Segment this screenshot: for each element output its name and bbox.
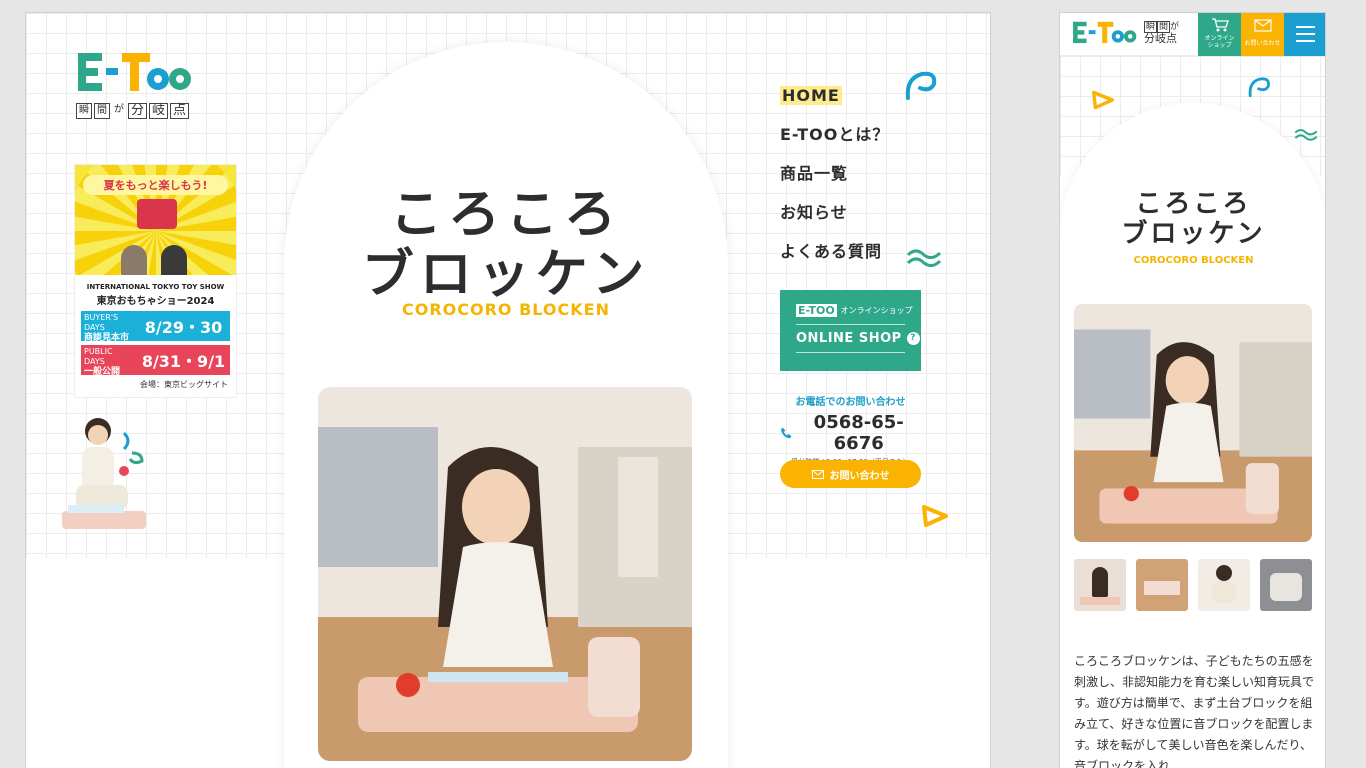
thumbnail[interactable] (1074, 559, 1126, 611)
logo-mark (76, 49, 194, 97)
thumbnail[interactable] (1260, 559, 1312, 611)
product-thumbnails (1074, 559, 1312, 611)
banner-show-en: INTERNATIONAL TOKYO TOY SHOW (86, 283, 225, 291)
online-shop-button[interactable]: E-TOO オンラインショップ ONLINE SHOP ? (780, 290, 921, 371)
banner-show-jp: 東京おもちゃショー2024 (96, 296, 215, 307)
main-nav: HOME E-TOOとは？ 商品一覧 お知らせ よくある質問 (780, 85, 889, 280)
product-title-line2: ブロッケン (1121, 219, 1266, 249)
wave-decoration (1294, 129, 1318, 141)
public-tag-jp: 一般公開 (84, 367, 121, 377)
banner-people-illustration (115, 241, 205, 275)
contact-button-label: お問い合わせ (829, 470, 890, 482)
site-logo[interactable]: 瞬 間 が 分 岐 点 (76, 49, 194, 119)
squiggle-decoration (905, 71, 937, 100)
tagline-char: 岐 (1155, 31, 1166, 45)
thumbnail[interactable] (1136, 559, 1188, 611)
divider (796, 324, 905, 325)
nav-label: 商品一覧 (780, 164, 849, 183)
product-main-photo[interactable] (318, 387, 692, 761)
squiggle-decoration (1248, 77, 1270, 98)
triangle-decoration (1092, 90, 1114, 110)
buyers-tag: BUYER'S DAYS 商談見本市 (81, 311, 137, 343)
phone-contact: お電話でのお問い合わせ 0568-65-6676 受付時間 / 9:00~17:… (780, 393, 921, 467)
tagline-char: 岐 (149, 103, 169, 119)
wave-decoration (906, 249, 942, 267)
public-tag: PUBLIC DAYS 一般公開 (81, 345, 137, 377)
divider (796, 352, 905, 353)
mobile-contact-button[interactable]: お問い合わせ (1241, 13, 1284, 56)
banner-venue: 会場：東京ビッグサイト (140, 380, 228, 389)
phone-number[interactable]: 0568-65-6676 (780, 412, 921, 454)
mail-icon (1253, 19, 1272, 32)
product-main-photo[interactable] (1074, 304, 1312, 542)
product-subtitle: COROCORO BLOCKEN (402, 300, 610, 319)
buyers-tag-jp: 商談見本市 (84, 333, 130, 343)
cart-icon (1211, 18, 1229, 32)
mobile-product-hero: ころころ ブロッケン COROCORO BLOCKEN ころころブロッケンは、子… (1060, 103, 1325, 768)
menu-icon[interactable] (1284, 13, 1325, 56)
tagline-char: 分 (128, 103, 148, 119)
mobile-header: 瞬間が 分岐点 オンライン ショップ お問い合わせ (1060, 13, 1325, 56)
shop-big-text: ONLINE SHOP (796, 331, 902, 346)
tagline-char: 点 (1166, 31, 1177, 45)
mail-icon (811, 469, 824, 479)
boy-playing-photo (54, 413, 154, 538)
buyers-tag-en: BUYER'S DAYS (84, 313, 119, 332)
nav-item-home[interactable]: HOME (780, 85, 889, 124)
nav-item-news[interactable]: お知らせ (780, 202, 889, 241)
product-hero: ころころ ブロッケン COROCORO BLOCKEN (284, 42, 728, 768)
tagline-char: 間 (94, 103, 110, 119)
product-description: ころころブロッケンは、子どもたちの五感を刺激し、非認知能力を育む楽しい知育玩具で… (1074, 654, 1315, 768)
public-tag-en: PUBLIC DAYS (84, 347, 113, 366)
mobile-preview: 瞬間が 分岐点 オンライン ショップ お問い合わせ ころころ ブロッケン COR… (1059, 12, 1326, 768)
shop-mini-label: E-TOO オンラインショップ (796, 304, 913, 317)
logo-graphic (1073, 21, 1137, 44)
thumbnail[interactable] (1198, 559, 1250, 611)
banner-public-days: PUBLIC DAYS 一般公開 8/31・9/1 (81, 345, 230, 377)
question-icon: ? (906, 332, 920, 345)
product-subtitle: COROCORO BLOCKEN (1133, 255, 1254, 266)
phone-number-text: 0568-65-6676 (813, 412, 904, 454)
nav-item-faq[interactable]: よくある質問 (780, 241, 889, 280)
tagline-char: が (112, 103, 126, 119)
triangle-decoration (922, 505, 948, 527)
product-title-line2: ブロッケン (361, 245, 651, 305)
logo-graphic (78, 53, 191, 91)
public-dates: 8/31・9/1 (137, 345, 230, 375)
banner-buyers-days: BUYER'S DAYS 商談見本市 8/29・30 (81, 311, 230, 343)
toy-show-badge (137, 199, 177, 229)
tagline-char: が (1170, 21, 1180, 32)
mobile-shop-label: オンライン ショップ (1204, 35, 1235, 49)
nav-label: E-TOOとは？ (780, 125, 890, 144)
tagline-char: 瞬 (76, 103, 92, 119)
shop-logo: E-TOO (796, 304, 837, 317)
tagline-char: 分 (1144, 31, 1155, 45)
site-logo[interactable]: 瞬間が 分岐点 (1072, 19, 1179, 47)
shop-big-label: ONLINE SHOP ? (796, 331, 920, 346)
mobile-contact-label: お問い合わせ (1244, 40, 1281, 47)
banner-headline: 夏をもっと楽しもう! (83, 175, 228, 195)
banner-image: 夏をもっと楽しもう! (75, 165, 236, 275)
mobile-shop-button[interactable]: オンライン ショップ (1198, 13, 1241, 56)
shop-mini-text: オンラインショップ (840, 306, 913, 315)
logo-tagline: 瞬 間 が 分 岐 点 (76, 103, 194, 119)
logo-tagline: 瞬間が 分岐点 (1144, 20, 1180, 46)
nav-label: よくある質問 (780, 242, 883, 261)
contact-button[interactable]: お問い合わせ (780, 460, 921, 488)
desktop-preview: 瞬 間 が 分 岐 点 夏をもっと楽しもう! INTERNATIONAL TOK… (25, 12, 991, 768)
nav-label: HOME (780, 86, 842, 105)
phone-icon (780, 427, 792, 439)
nav-item-products[interactable]: 商品一覧 (780, 163, 889, 202)
toy-show-banner[interactable]: 夏をもっと楽しもう! INTERNATIONAL TOKYO TOY SHOW … (74, 164, 237, 398)
phone-label: お電話でのお問い合わせ (795, 397, 906, 408)
nav-label: お知らせ (780, 203, 848, 222)
nav-item-about[interactable]: E-TOOとは？ (780, 124, 889, 163)
buyers-dates: 8/29・30 (137, 311, 230, 341)
tagline-char: 点 (170, 103, 190, 119)
